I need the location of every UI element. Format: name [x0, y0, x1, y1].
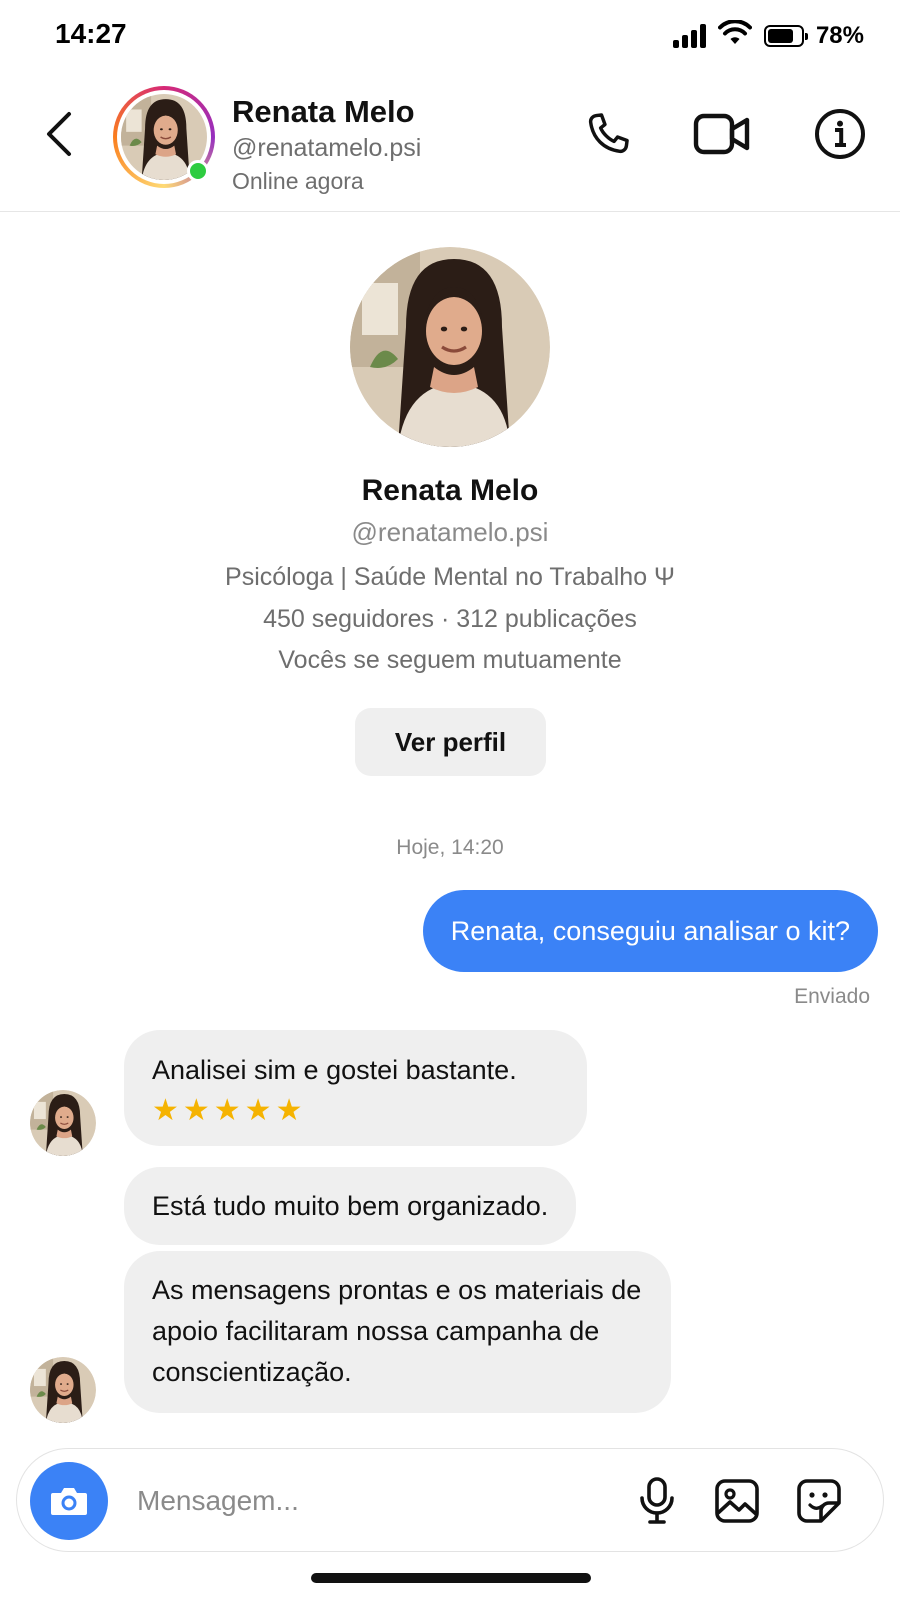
- status-bar: 14:27 78%: [0, 0, 900, 74]
- sticker-icon: [797, 1479, 841, 1523]
- incoming-message[interactable]: Analisei sim e gostei bastante. ★★★★★: [124, 1030, 587, 1146]
- profile-mutual-follow: Vocês se seguem mutuamente: [278, 646, 622, 674]
- info-button[interactable]: [810, 104, 870, 164]
- wifi-icon: [717, 19, 752, 51]
- signal-icon: [672, 23, 706, 48]
- sticker-button[interactable]: [789, 1471, 849, 1531]
- header-avatar[interactable]: [113, 86, 215, 188]
- profile-name: Renata Melo: [361, 474, 539, 507]
- battery-fill: [767, 28, 793, 43]
- info-icon: [815, 109, 865, 159]
- message-composer: [16, 1448, 884, 1552]
- camera-button[interactable]: [30, 1462, 108, 1540]
- back-button[interactable]: [36, 104, 80, 164]
- voice-message-button[interactable]: [627, 1471, 687, 1531]
- star-rating: ★★★★★: [152, 1094, 307, 1127]
- call-button[interactable]: [578, 104, 638, 164]
- incoming-message[interactable]: As mensagens prontas e os materiais de a…: [124, 1251, 671, 1413]
- sent-status: Enviado: [794, 985, 870, 1008]
- incoming-message[interactable]: Está tudo muito bem organizado.: [124, 1167, 577, 1245]
- profile-handle: @renatamelo.psi: [351, 517, 549, 547]
- outgoing-message[interactable]: Renata, conseguiu analisar o kit?: [422, 890, 878, 972]
- battery-percent: 78%: [815, 21, 864, 49]
- status-indicators: 78%: [672, 19, 864, 51]
- microphone-icon: [640, 1477, 674, 1524]
- online-indicator: [187, 160, 209, 182]
- gallery-button[interactable]: [707, 1471, 767, 1531]
- contact-status: Online agora: [232, 168, 364, 194]
- video-camera-icon: [693, 113, 750, 155]
- profile-photo-image: [350, 247, 550, 447]
- profile-stats: 450 seguidores · 312 publicações: [263, 605, 637, 633]
- profile-photo[interactable]: [350, 247, 550, 447]
- status-time: 14:27: [55, 18, 127, 49]
- message-text: Analisei sim e gostei bastante.: [152, 1055, 517, 1085]
- phone-icon: [588, 113, 629, 154]
- message-input[interactable]: [137, 1471, 617, 1531]
- gallery-icon: [715, 1479, 759, 1523]
- message-text: Está tudo muito bem organizado.: [152, 1190, 549, 1221]
- contact-handle: @renatamelo.psi: [232, 134, 422, 162]
- video-call-button[interactable]: [690, 104, 754, 164]
- view-profile-button[interactable]: Ver perfil: [355, 708, 546, 776]
- message-avatar[interactable]: [30, 1090, 96, 1156]
- message-timestamp: Hoje, 14:20: [396, 836, 504, 859]
- camera-icon: [51, 1488, 87, 1515]
- profile-bio: Psicóloga | Saúde Mental no Trabalho Ψ: [225, 563, 675, 591]
- avatar-image: [30, 1090, 96, 1156]
- chat-header: Renata Melo @renatamelo.psi Online agora: [0, 74, 900, 212]
- contact-name[interactable]: Renata Melo: [232, 94, 415, 130]
- battery-icon: [763, 24, 808, 47]
- message-avatar[interactable]: [30, 1357, 96, 1423]
- avatar-image: [30, 1357, 96, 1423]
- back-arrow-icon: [47, 112, 71, 156]
- message-text: As mensagens prontas e os materiais de a…: [152, 1275, 642, 1387]
- home-indicator[interactable]: [311, 1573, 591, 1583]
